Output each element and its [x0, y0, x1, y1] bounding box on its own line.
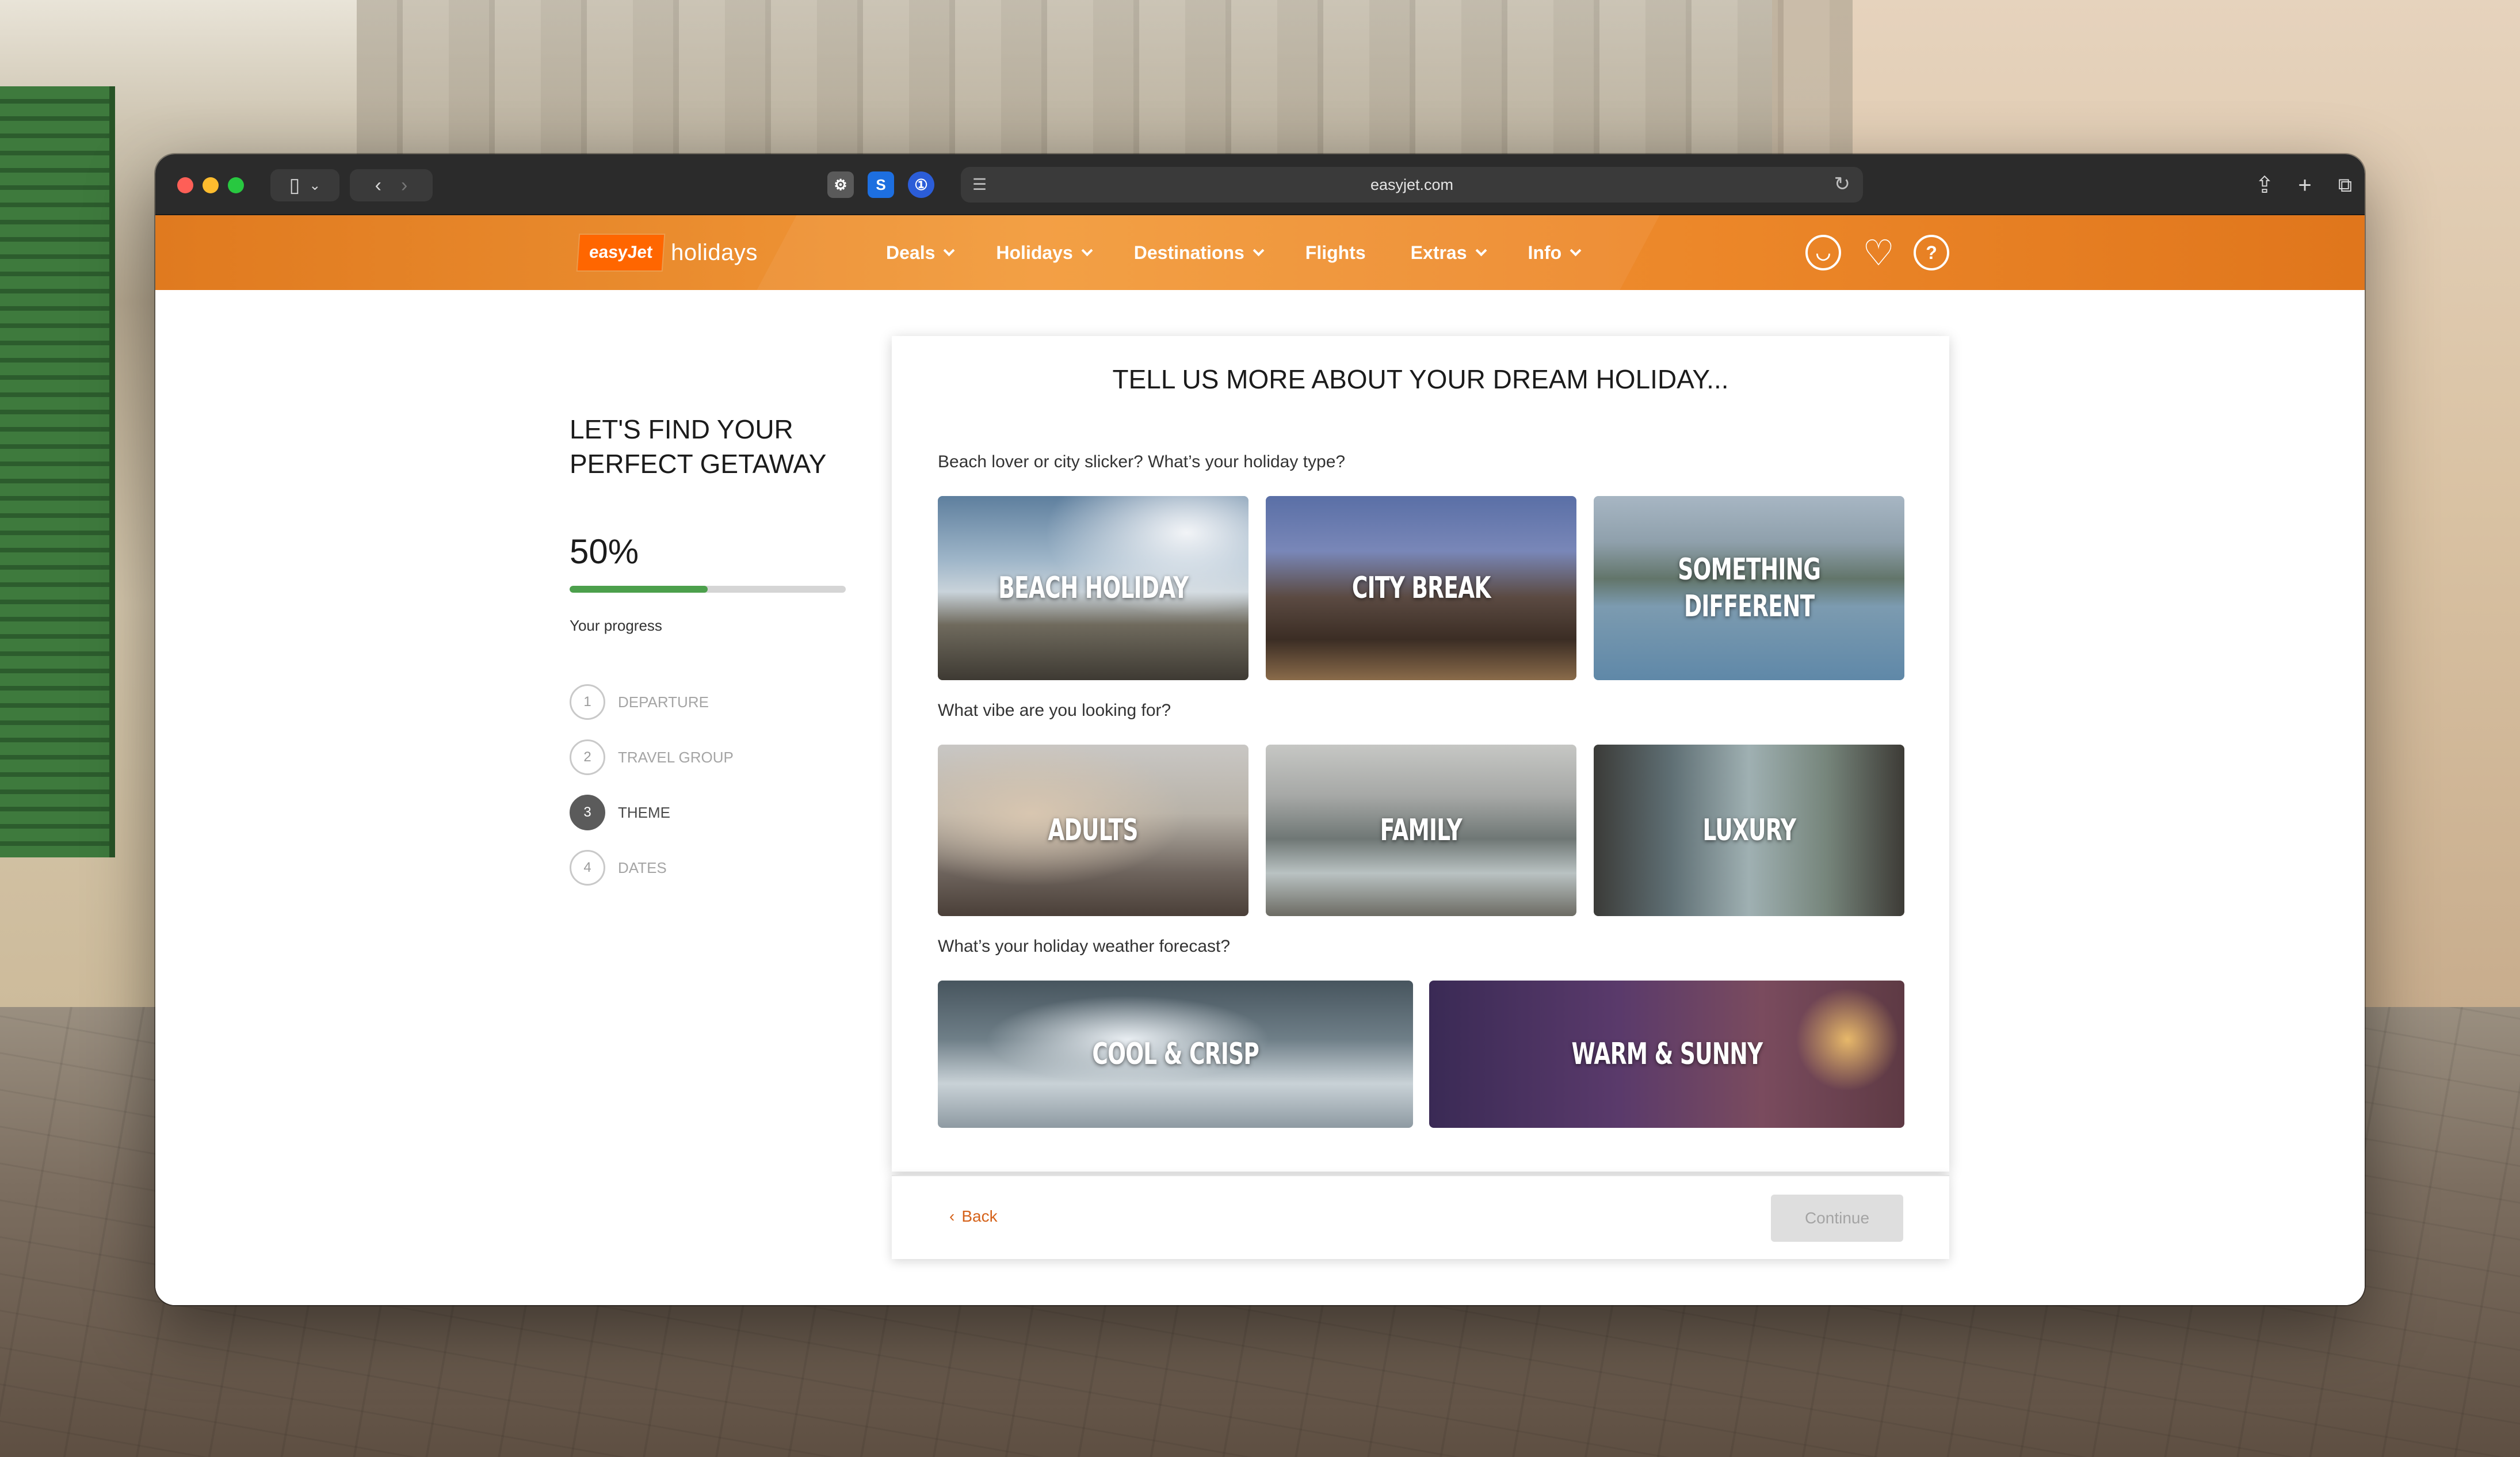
step-dates[interactable]: 4 DATES: [570, 849, 734, 886]
zoom-window-button[interactable]: [228, 177, 244, 193]
chevron-down-icon: [1475, 245, 1487, 257]
option-city-break[interactable]: CITY BREAK: [1266, 496, 1576, 680]
progress-bar: [570, 586, 846, 593]
step-label: THEME: [618, 803, 670, 821]
help-glyph: ?: [1926, 242, 1937, 263]
browser-window: ▯ ⌄ ‹ › ⚙ S ① ☰ easyjet.com ↻ ⇪ + ⧉ easy…: [155, 154, 2365, 1305]
back-label: Back: [961, 1207, 998, 1225]
password-manager-icon[interactable]: ①: [908, 171, 934, 198]
new-tab-icon[interactable]: +: [2288, 169, 2322, 201]
form-footer: ‹ Back Continue: [892, 1175, 1949, 1259]
step-number: 4: [570, 850, 605, 886]
progress-label: Your progress: [570, 617, 662, 634]
step-number: 3: [570, 795, 605, 830]
forward-arrow-icon[interactable]: ›: [401, 174, 407, 197]
reload-icon[interactable]: ↻: [1834, 173, 1851, 196]
chevron-down-icon: ⌄: [309, 177, 321, 193]
sidebar-toggle-button[interactable]: ▯ ⌄: [270, 169, 339, 201]
step-label: DATES: [618, 859, 667, 876]
step-travel-group[interactable]: 2 TRAVEL GROUP: [570, 739, 734, 776]
nav-deals[interactable]: Deals: [886, 242, 955, 264]
option-warm-and-sunny[interactable]: WARM & SUNNY: [1429, 981, 1904, 1128]
step-number: 2: [570, 739, 605, 775]
option-label: ADULTS: [1048, 813, 1139, 848]
option-adults[interactable]: ADULTS: [938, 745, 1248, 916]
back-arrow-icon[interactable]: ‹: [375, 174, 381, 197]
nav-deals-label: Deals: [886, 242, 936, 263]
page-settings-icon[interactable]: ☰: [972, 175, 987, 194]
nav-flights-label: Flights: [1305, 242, 1366, 263]
step-departure[interactable]: 1 DEPARTURE: [570, 684, 734, 720]
nav-destinations[interactable]: Destinations: [1133, 242, 1265, 264]
option-label: WARM & SUNNY: [1571, 1037, 1763, 1071]
extension-icon[interactable]: ⚙: [827, 171, 854, 198]
step-label: DEPARTURE: [618, 693, 709, 711]
question-holiday-type: Beach lover or city slicker? What’s your…: [938, 452, 1346, 471]
nav-holidays[interactable]: Holidays: [996, 242, 1093, 264]
page-title: LET'S FIND YOUR PERFECT GETAWAY: [570, 414, 827, 479]
question-vibe: What vibe are you looking for?: [938, 701, 1171, 720]
logo-product: holidays: [671, 239, 758, 265]
option-label: SOMETHING DIFFERENT: [1677, 552, 1821, 624]
sidebar-icon: ▯: [289, 174, 300, 196]
nav-extras[interactable]: Extras: [1410, 242, 1487, 264]
step-number: 1: [570, 684, 605, 720]
option-label: BEACH HOLIDAY: [998, 571, 1189, 605]
nav-holidays-label: Holidays: [996, 242, 1073, 263]
question-panel: TELL US MORE ABOUT YOUR DREAM HOLIDAY...…: [892, 336, 1949, 1172]
step-theme[interactable]: 3 THEME: [570, 794, 734, 831]
logo-brand: easyJet: [577, 235, 665, 270]
browser-toolbar: ▯ ⌄ ‹ › ⚙ S ① ☰ easyjet.com ↻ ⇪ + ⧉: [155, 154, 2365, 215]
progress-bar-fill: [570, 586, 708, 593]
person-icon: ◡: [1815, 243, 1831, 262]
background-shutter: [0, 86, 115, 857]
page-content: LET'S FIND YOUR PERFECT GETAWAY 50% Your…: [155, 290, 2365, 1305]
back-button[interactable]: ‹ Back: [949, 1207, 998, 1226]
option-something-different[interactable]: SOMETHING DIFFERENT: [1594, 496, 1904, 680]
site-header: easyJet holidays Deals Holidays Destinat…: [155, 215, 2365, 290]
help-icon[interactable]: ?: [1914, 235, 1949, 270]
minimize-window-button[interactable]: [203, 177, 219, 193]
close-window-button[interactable]: [177, 177, 193, 193]
share-icon[interactable]: ⇪: [2247, 169, 2282, 201]
panel-heading: TELL US MORE ABOUT YOUR DREAM HOLIDAY...: [1112, 364, 1729, 394]
step-label: TRAVEL GROUP: [618, 748, 734, 766]
tab-overview-icon[interactable]: ⧉: [2328, 169, 2362, 201]
address-bar[interactable]: ☰ easyjet.com ↻: [961, 167, 1863, 203]
nav-flights[interactable]: Flights: [1305, 242, 1366, 264]
easyjet-holidays-logo[interactable]: easyJet holidays: [577, 235, 758, 270]
progress-percent: 50%: [570, 532, 639, 571]
nav-info-label: Info: [1528, 242, 1562, 263]
chevron-down-icon: [944, 245, 955, 257]
option-label: CITY BREAK: [1351, 571, 1491, 605]
option-label: COOL & CRISP: [1092, 1037, 1259, 1071]
step-list: 1 DEPARTURE 2 TRAVEL GROUP 3 THEME 4 DAT…: [570, 684, 734, 905]
account-icon[interactable]: ◡: [1805, 235, 1841, 270]
option-family[interactable]: FAMILY: [1266, 745, 1576, 916]
option-beach-holiday[interactable]: BEACH HOLIDAY: [938, 496, 1248, 680]
background-stonework: [357, 0, 1853, 173]
heart-icon[interactable]: ♡: [1858, 232, 1899, 273]
nav-destinations-label: Destinations: [1133, 242, 1244, 263]
chevron-down-icon: [1253, 245, 1265, 257]
option-label: LUXURY: [1702, 813, 1796, 848]
nav-extras-label: Extras: [1410, 242, 1467, 263]
continue-button[interactable]: Continue: [1771, 1195, 1903, 1242]
question-weather: What’s your holiday weather forecast?: [938, 937, 1231, 956]
url-text: easyjet.com: [1370, 176, 1454, 193]
option-cool-and-crisp[interactable]: COOL & CRISP: [938, 981, 1413, 1128]
nav-info[interactable]: Info: [1528, 242, 1582, 264]
option-luxury[interactable]: LUXURY: [1594, 745, 1904, 916]
option-label: FAMILY: [1380, 813, 1463, 848]
extension-s-icon[interactable]: S: [868, 171, 894, 198]
chevron-down-icon: [1081, 245, 1093, 257]
main-nav: Deals Holidays Destinations Flights Extr…: [886, 215, 1582, 290]
history-nav-group: ‹ ›: [350, 169, 433, 201]
chevron-left-icon: ‹: [949, 1207, 955, 1225]
